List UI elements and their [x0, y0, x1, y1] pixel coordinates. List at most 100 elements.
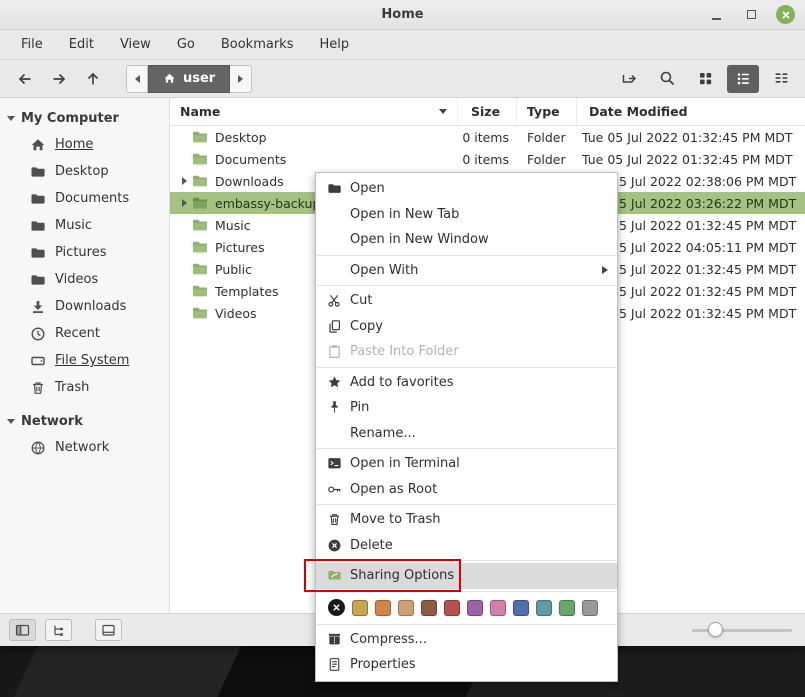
column-header-name[interactable]: Name: [170, 98, 458, 125]
folder-color-swatch[interactable]: [421, 600, 437, 616]
sidebar-section-my-computer[interactable]: My Computer: [0, 106, 169, 131]
menu-item-cut[interactable]: Cut: [316, 288, 617, 314]
menu-item-label: Open With: [350, 263, 602, 278]
breadcrumb-forward-button[interactable]: [230, 65, 252, 93]
folder-color-swatch[interactable]: [398, 600, 414, 616]
menu-item-label: Open as Root: [350, 482, 608, 497]
menu-separator: [317, 448, 616, 449]
menu-bookmarks[interactable]: Bookmarks: [210, 34, 305, 55]
sidebar-item-music[interactable]: Music: [0, 212, 169, 239]
toggle-extra-pane-button[interactable]: [95, 619, 122, 641]
sidebar-item-label: Desktop: [55, 164, 109, 179]
folder-color-swatch[interactable]: [582, 600, 598, 616]
sidebar-item-file-system[interactable]: File System: [0, 347, 169, 374]
search-button[interactable]: [651, 65, 683, 93]
folder-color-swatch[interactable]: [559, 600, 575, 616]
expander-icon[interactable]: [176, 199, 192, 207]
menu-item-move-to-trash[interactable]: Move to Trash: [316, 507, 617, 533]
sidebar-item-downloads[interactable]: Downloads: [0, 293, 169, 320]
folder-icon: [192, 240, 208, 254]
menu-go[interactable]: Go: [166, 34, 206, 55]
sidebar-item-recent[interactable]: Recent: [0, 320, 169, 347]
column-header-size[interactable]: Size: [458, 98, 517, 125]
clear-folder-color-button[interactable]: [328, 599, 345, 616]
file-name-cell: Desktop: [170, 130, 458, 145]
icon-view-icon: [697, 70, 714, 87]
icon-view-button[interactable]: [689, 65, 721, 93]
folder-icon: [30, 164, 46, 180]
menu-item-open-as-root[interactable]: Open as Root: [316, 477, 617, 503]
folder-icon: [192, 196, 208, 210]
sidebar-item-home[interactable]: Home: [0, 131, 169, 158]
up-button[interactable]: [76, 65, 110, 93]
file-modified: Tue 05 Jul 2022 01:32:45 PM MDT: [577, 130, 805, 145]
menu-item-open-with[interactable]: Open With: [316, 258, 617, 284]
back-button[interactable]: [8, 65, 42, 93]
menu-item-open[interactable]: Open: [316, 176, 617, 202]
sidebar-item-label: File System: [55, 353, 129, 368]
menu-item-rename[interactable]: Rename...: [316, 421, 617, 447]
menu-item-delete[interactable]: Delete: [316, 533, 617, 559]
sidebar-item-pictures[interactable]: Pictures: [0, 239, 169, 266]
triangle-right-icon: [182, 177, 187, 185]
file-name: Pictures: [215, 240, 265, 255]
no-icon: [326, 262, 342, 278]
column-header-date-modified[interactable]: Date Modified: [577, 98, 805, 125]
sidebar-item-network[interactable]: Network: [0, 434, 169, 461]
column-label: Name: [180, 104, 220, 119]
expander-icon[interactable]: [176, 177, 192, 185]
folder-color-swatch[interactable]: [513, 600, 529, 616]
menu-item-open-in-new-window[interactable]: Open in New Window: [316, 227, 617, 253]
folder-color-swatch[interactable]: [536, 600, 552, 616]
menu-item-properties[interactable]: Properties: [316, 652, 617, 678]
menu-item-add-to-favorites[interactable]: Add to favorites: [316, 370, 617, 396]
sidebar-section-network[interactable]: Network: [0, 409, 169, 434]
delete-icon: [326, 537, 342, 553]
sidebar-item-desktop[interactable]: Desktop: [0, 158, 169, 185]
menu-item-pin[interactable]: Pin: [316, 395, 617, 421]
list-view-button[interactable]: [727, 65, 759, 93]
file-row-desktop[interactable]: Desktop 0 items Folder Tue 05 Jul 2022 0…: [170, 126, 805, 148]
folder-color-swatch[interactable]: [467, 600, 483, 616]
menu-item-open-in-terminal[interactable]: Open in Terminal: [316, 451, 617, 477]
close-button[interactable]: [776, 5, 795, 24]
menu-file[interactable]: File: [10, 34, 54, 55]
zoom-slider-track[interactable]: [692, 629, 792, 632]
column-header-type[interactable]: Type: [517, 98, 577, 125]
sidebar-item-trash[interactable]: Trash: [0, 374, 169, 401]
zoom-slider-handle[interactable]: [708, 622, 723, 637]
paste-icon: [326, 344, 342, 360]
show-treeview-button[interactable]: [45, 619, 72, 641]
menu-view[interactable]: View: [109, 34, 162, 55]
maximize-button[interactable]: [741, 5, 761, 25]
sidebar-item-label: Videos: [55, 272, 98, 287]
menu-item-compress[interactable]: Compress...: [316, 627, 617, 653]
key-icon: [326, 481, 342, 497]
zoom-slider[interactable]: [692, 620, 792, 640]
menu-item-copy[interactable]: Copy: [316, 314, 617, 340]
menu-item-open-in-new-tab[interactable]: Open in New Tab: [316, 202, 617, 228]
folder-color-swatch[interactable]: [352, 600, 368, 616]
sidebar-item-videos[interactable]: Videos: [0, 266, 169, 293]
menu-help[interactable]: Help: [308, 34, 360, 55]
properties-icon: [326, 657, 342, 673]
location-entry-button[interactable]: [613, 65, 645, 93]
file-row-documents[interactable]: Documents 0 items Folder Tue 05 Jul 2022…: [170, 148, 805, 170]
folder-color-swatch[interactable]: [490, 600, 506, 616]
forward-button[interactable]: [42, 65, 76, 93]
breadcrumb-current-button[interactable]: user: [148, 65, 230, 93]
minimize-button[interactable]: [706, 5, 726, 25]
recent-icon: [30, 326, 46, 342]
search-icon: [659, 70, 676, 87]
sidebar-item-documents[interactable]: Documents: [0, 185, 169, 212]
menu-edit[interactable]: Edit: [58, 34, 105, 55]
folder-color-swatch[interactable]: [375, 600, 391, 616]
folder-color-swatch[interactable]: [444, 600, 460, 616]
menu-item-label: Move to Trash: [350, 512, 608, 527]
folder-color-row: [316, 594, 617, 622]
titlebar[interactable]: Home: [0, 0, 805, 30]
forward-icon: [50, 70, 68, 88]
show-places-button[interactable]: [9, 619, 36, 641]
compact-view-button[interactable]: [765, 65, 797, 93]
breadcrumb-back-button[interactable]: [126, 65, 148, 93]
